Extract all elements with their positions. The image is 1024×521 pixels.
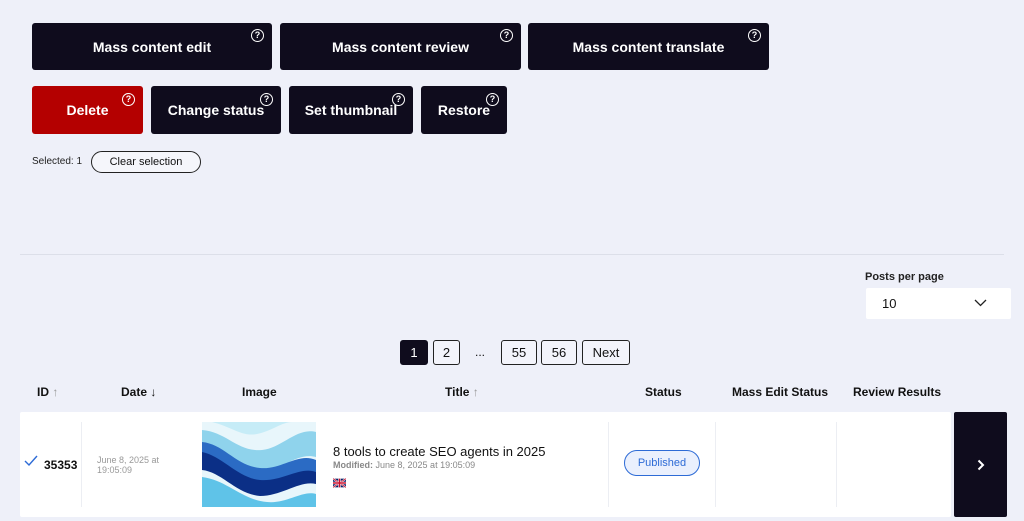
open-row-button[interactable] — [954, 412, 1007, 517]
column-divider — [715, 422, 716, 507]
pagination-ellipsis: ... — [475, 345, 486, 359]
change-status-button[interactable]: Change status ? — [151, 86, 281, 134]
selected-count: Selected: 1 — [32, 156, 83, 167]
restore-label: Restore — [437, 102, 491, 118]
column-header-title-label: Title — [445, 385, 470, 399]
set-thumbnail-button[interactable]: Set thumbnail ? — [289, 86, 413, 134]
clear-selection-button[interactable]: Clear selection — [91, 151, 201, 173]
help-icon[interactable]: ? — [392, 93, 405, 106]
column-header-mass-edit-status: Mass Edit Status — [732, 385, 829, 399]
column-header-review-results: Review Results — [853, 385, 942, 399]
column-divider — [81, 422, 82, 507]
mass-content-translate-label: Mass content translate — [572, 38, 725, 55]
post-title[interactable]: 8 tools to create SEO agents in 2025 — [333, 444, 545, 459]
help-icon[interactable]: ? — [122, 93, 135, 106]
change-status-label: Change status — [167, 102, 265, 118]
help-icon[interactable]: ? — [500, 29, 513, 42]
posts-per-page-label: Posts per page — [865, 271, 944, 283]
column-header-image: Image — [242, 385, 277, 399]
column-header-date-label: Date — [121, 385, 148, 399]
checkmark-icon[interactable] — [24, 455, 38, 466]
mass-content-review-button[interactable]: Mass content review ? — [280, 23, 521, 70]
sort-down-icon: ↓ — [150, 385, 157, 399]
column-header-title[interactable]: Title ↑ — [445, 385, 479, 399]
post-thumbnail — [202, 422, 316, 507]
mass-content-review-label: Mass content review — [332, 38, 469, 55]
row-id: 35353 — [44, 458, 78, 472]
page-button-2[interactable]: 2 — [433, 340, 460, 365]
chevron-down-icon — [974, 299, 987, 307]
mass-content-translate-button[interactable]: Mass content translate ? — [528, 23, 769, 70]
help-icon[interactable]: ? — [260, 93, 273, 106]
row-date: June 8, 2025 at 19:05:09 — [97, 455, 160, 475]
page-button-55[interactable]: 55 — [501, 340, 537, 365]
column-header-status: Status — [645, 385, 682, 399]
uk-flag-icon — [333, 478, 346, 488]
section-divider — [20, 254, 1004, 255]
modified-date: June 8, 2025 at 19:05:09 — [375, 460, 476, 470]
column-divider — [608, 422, 609, 507]
mass-content-edit-button[interactable]: Mass content edit ? — [32, 23, 272, 70]
chevron-right-icon — [977, 459, 984, 470]
delete-label: Delete — [66, 102, 109, 118]
column-header-id-label: ID — [37, 385, 49, 399]
column-divider — [836, 422, 837, 507]
next-page-button[interactable]: Next — [582, 340, 630, 365]
restore-button[interactable]: Restore ? — [421, 86, 507, 134]
page-button-1[interactable]: 1 — [400, 340, 428, 365]
page-button-56[interactable]: 56 — [541, 340, 577, 365]
set-thumbnail-label: Set thumbnail — [304, 102, 398, 118]
sort-up-icon: ↑ — [472, 385, 479, 399]
posts-per-page-value: 10 — [882, 296, 897, 311]
mass-content-edit-label: Mass content edit — [92, 38, 212, 55]
modified-label: Modified: — [333, 460, 373, 470]
help-icon[interactable]: ? — [486, 93, 499, 106]
help-icon[interactable]: ? — [251, 29, 264, 42]
post-modified: Modified: June 8, 2025 at 19:05:09 — [333, 460, 475, 470]
delete-button[interactable]: Delete ? — [32, 86, 143, 134]
status-badge: Published — [624, 450, 700, 476]
posts-per-page-select[interactable]: 10 — [866, 288, 1011, 319]
column-header-date[interactable]: Date ↓ — [121, 385, 156, 399]
column-header-id[interactable]: ID ↑ — [37, 385, 58, 399]
sort-up-icon: ↑ — [52, 385, 59, 399]
help-icon[interactable]: ? — [748, 29, 761, 42]
